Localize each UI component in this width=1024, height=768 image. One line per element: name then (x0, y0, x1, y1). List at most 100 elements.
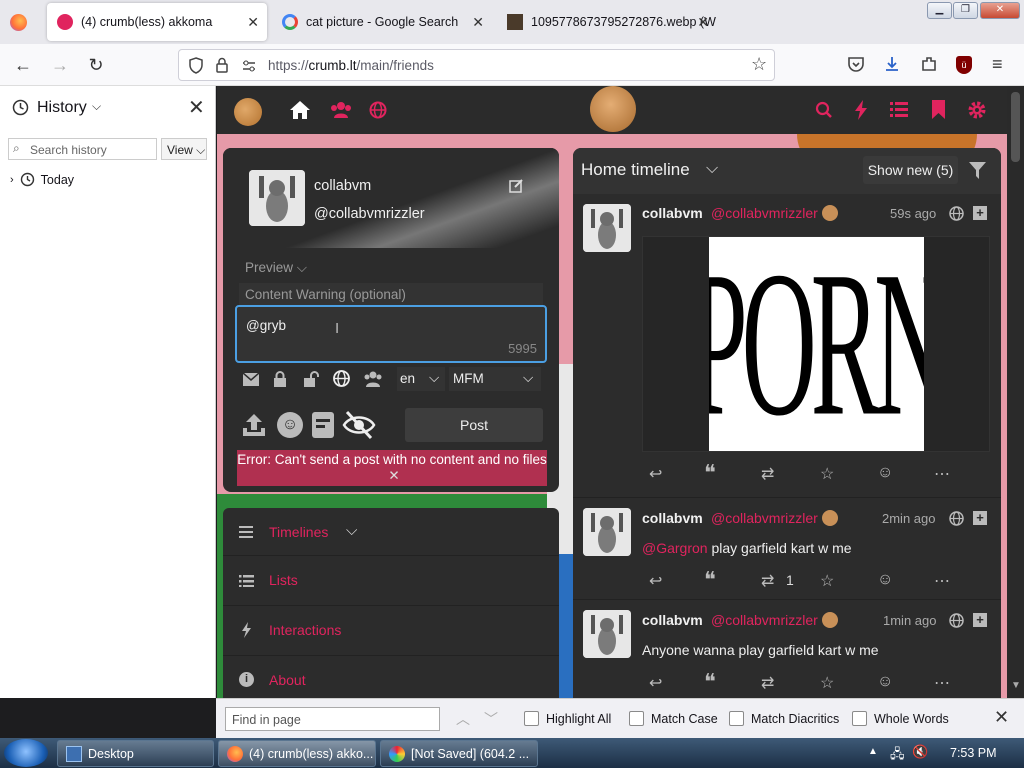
match-diacritics-label[interactable]: Match Diacritics (751, 712, 839, 726)
format-select[interactable]: MFM ⌵ (449, 367, 541, 391)
taskbar-item-desktop[interactable]: Desktop (57, 740, 214, 767)
quote-icon[interactable]: ❝ (704, 669, 716, 695)
sensitive-eye-slash-icon[interactable] (342, 410, 376, 440)
post-author-handle[interactable]: @collabvmrizzler (711, 510, 818, 526)
avatar[interactable] (583, 508, 631, 556)
back-button[interactable]: ← (10, 52, 36, 78)
match-diacritics-checkbox[interactable] (729, 711, 744, 726)
bookmark-star-icon[interactable]: ☆ (751, 54, 767, 75)
preview-toggle[interactable]: Preview ⌵ (245, 260, 307, 276)
sidebar-title[interactable]: History (37, 99, 87, 117)
home-icon[interactable] (289, 100, 311, 120)
globe-icon[interactable] (369, 101, 387, 119)
tab-webp[interactable]: 1095778673795272876.webp (W ✕ (497, 3, 717, 41)
repeat-icon[interactable]: ⇄ (761, 673, 774, 693)
start-button[interactable] (4, 739, 48, 767)
mention-link[interactable]: @Gargron (642, 540, 708, 556)
whole-words-checkbox[interactable] (852, 711, 867, 726)
profile-handle[interactable]: @collabvmrizzler (314, 206, 425, 222)
chevron-down-icon[interactable]: ⌵ (92, 99, 101, 114)
permissions-icon[interactable] (241, 58, 257, 74)
nav-item-lists[interactable]: Lists (223, 556, 559, 606)
nav-item-interactions[interactable]: Interactions (223, 606, 559, 656)
people-icon[interactable] (330, 101, 352, 119)
scroll-down-arrow-icon[interactable]: ▼ (1011, 680, 1021, 691)
maximize-button[interactable]: ❐ (953, 2, 978, 19)
avatar[interactable] (583, 610, 631, 658)
taskbar-item-firefox[interactable]: (4) crumb(less) akko... (218, 740, 376, 767)
more-icon[interactable]: ⋯ (934, 571, 950, 591)
unlisted-unlock-icon[interactable] (303, 371, 319, 387)
download-icon[interactable] (883, 55, 901, 73)
match-case-label[interactable]: Match Case (651, 712, 718, 726)
nav-item-about[interactable]: i About (223, 656, 559, 698)
whole-words-label[interactable]: Whole Words (874, 712, 949, 726)
bookmark-icon[interactable] (932, 100, 945, 119)
find-previous-icon[interactable]: ︿ (456, 709, 470, 729)
app-menu-icon[interactable]: ≡ (992, 54, 1003, 75)
post-author-handle[interactable]: @collabvmrizzler (711, 205, 818, 221)
history-tree-item-today[interactable]: › Today (10, 172, 74, 187)
view-menu-button[interactable]: View ⌵ (161, 138, 207, 160)
direct-message-icon[interactable] (243, 373, 259, 386)
find-next-icon[interactable]: ﹀ (484, 709, 498, 729)
close-tab-icon[interactable]: ✕ (472, 14, 484, 31)
language-select[interactable]: en ⌵ (397, 367, 445, 391)
cookie-logo-icon[interactable] (590, 86, 636, 132)
firefox-menu-icon[interactable] (10, 14, 27, 31)
find-in-page-input[interactable]: Find in page (225, 707, 440, 731)
nav-item-timelines[interactable]: Timelines ⌵ (223, 508, 559, 556)
shield-icon[interactable] (188, 57, 204, 74)
taskbar-item-paint[interactable]: [Not Saved] (604.2 ... (380, 740, 538, 767)
scroll-thumb[interactable] (1011, 92, 1020, 162)
emoji-react-icon[interactable]: ☺ (877, 673, 893, 691)
close-findbar-icon[interactable]: ✕ (994, 707, 1009, 728)
search-history-input[interactable]: ⌕ Search history (8, 138, 157, 160)
quote-icon[interactable]: ❝ (704, 460, 716, 486)
emoji-react-icon[interactable]: ☺ (877, 571, 893, 589)
profile-name[interactable]: collabvm (314, 178, 371, 194)
close-error-icon[interactable]: ✕ (388, 468, 399, 483)
post-button[interactable]: Post (405, 408, 543, 442)
post-timestamp[interactable]: 59s ago (890, 206, 936, 221)
more-icon[interactable]: ⋯ (934, 673, 950, 693)
network-icon[interactable]: 🖧 (890, 745, 905, 767)
lock-icon[interactable] (215, 57, 229, 74)
list-icon[interactable] (890, 101, 908, 118)
close-sidebar-icon[interactable]: ✕ (188, 95, 205, 120)
expand-plus-icon[interactable]: + (973, 511, 987, 525)
show-new-button[interactable]: Show new (5) (863, 156, 958, 184)
post-timestamp[interactable]: 1min ago (883, 613, 936, 628)
reply-icon[interactable]: ↩ (649, 464, 662, 484)
ublock-icon[interactable]: ü (956, 56, 972, 74)
post-author-name[interactable]: collabvm (642, 510, 703, 526)
edit-profile-icon[interactable] (509, 178, 524, 193)
match-case-checkbox[interactable] (629, 711, 644, 726)
post-author-handle[interactable]: @collabvmrizzler (711, 612, 818, 628)
close-tab-icon[interactable]: ✕ (697, 14, 709, 31)
emoji-react-icon[interactable]: ☺ (877, 464, 893, 482)
private-lock-icon[interactable] (273, 371, 287, 387)
favorite-star-icon[interactable]: ☆ (820, 673, 834, 693)
chevron-down-icon[interactable]: ⌵ (706, 160, 718, 178)
window-close-button[interactable]: ✕ (980, 2, 1020, 19)
avatar[interactable] (583, 204, 631, 252)
volume-muted-icon[interactable]: 🔇 (912, 744, 928, 760)
gear-icon[interactable] (967, 100, 987, 120)
expand-plus-icon[interactable]: + (973, 206, 987, 220)
expand-chevron-icon[interactable]: › (10, 174, 14, 186)
reply-icon[interactable]: ↩ (649, 571, 662, 591)
extensions-icon[interactable] (920, 55, 938, 73)
chevron-down-icon[interactable]: ⌵ (346, 522, 357, 539)
quote-icon[interactable]: ❝ (704, 567, 716, 593)
close-tab-icon[interactable]: ✕ (247, 14, 259, 31)
reply-icon[interactable]: ↩ (649, 673, 662, 693)
favorite-star-icon[interactable]: ☆ (820, 571, 834, 591)
tray-expand-icon[interactable]: ▲ (868, 746, 878, 757)
tab-google[interactable]: cat picture - Google Search ✕ (272, 3, 492, 41)
post-attachment[interactable]: PORN (642, 236, 990, 452)
reload-button[interactable]: ↻ (83, 52, 109, 78)
upload-icon[interactable] (241, 412, 267, 438)
taskbar-clock[interactable]: 7:53 PM (950, 746, 997, 760)
highlight-all-label[interactable]: Highlight All (546, 712, 611, 726)
